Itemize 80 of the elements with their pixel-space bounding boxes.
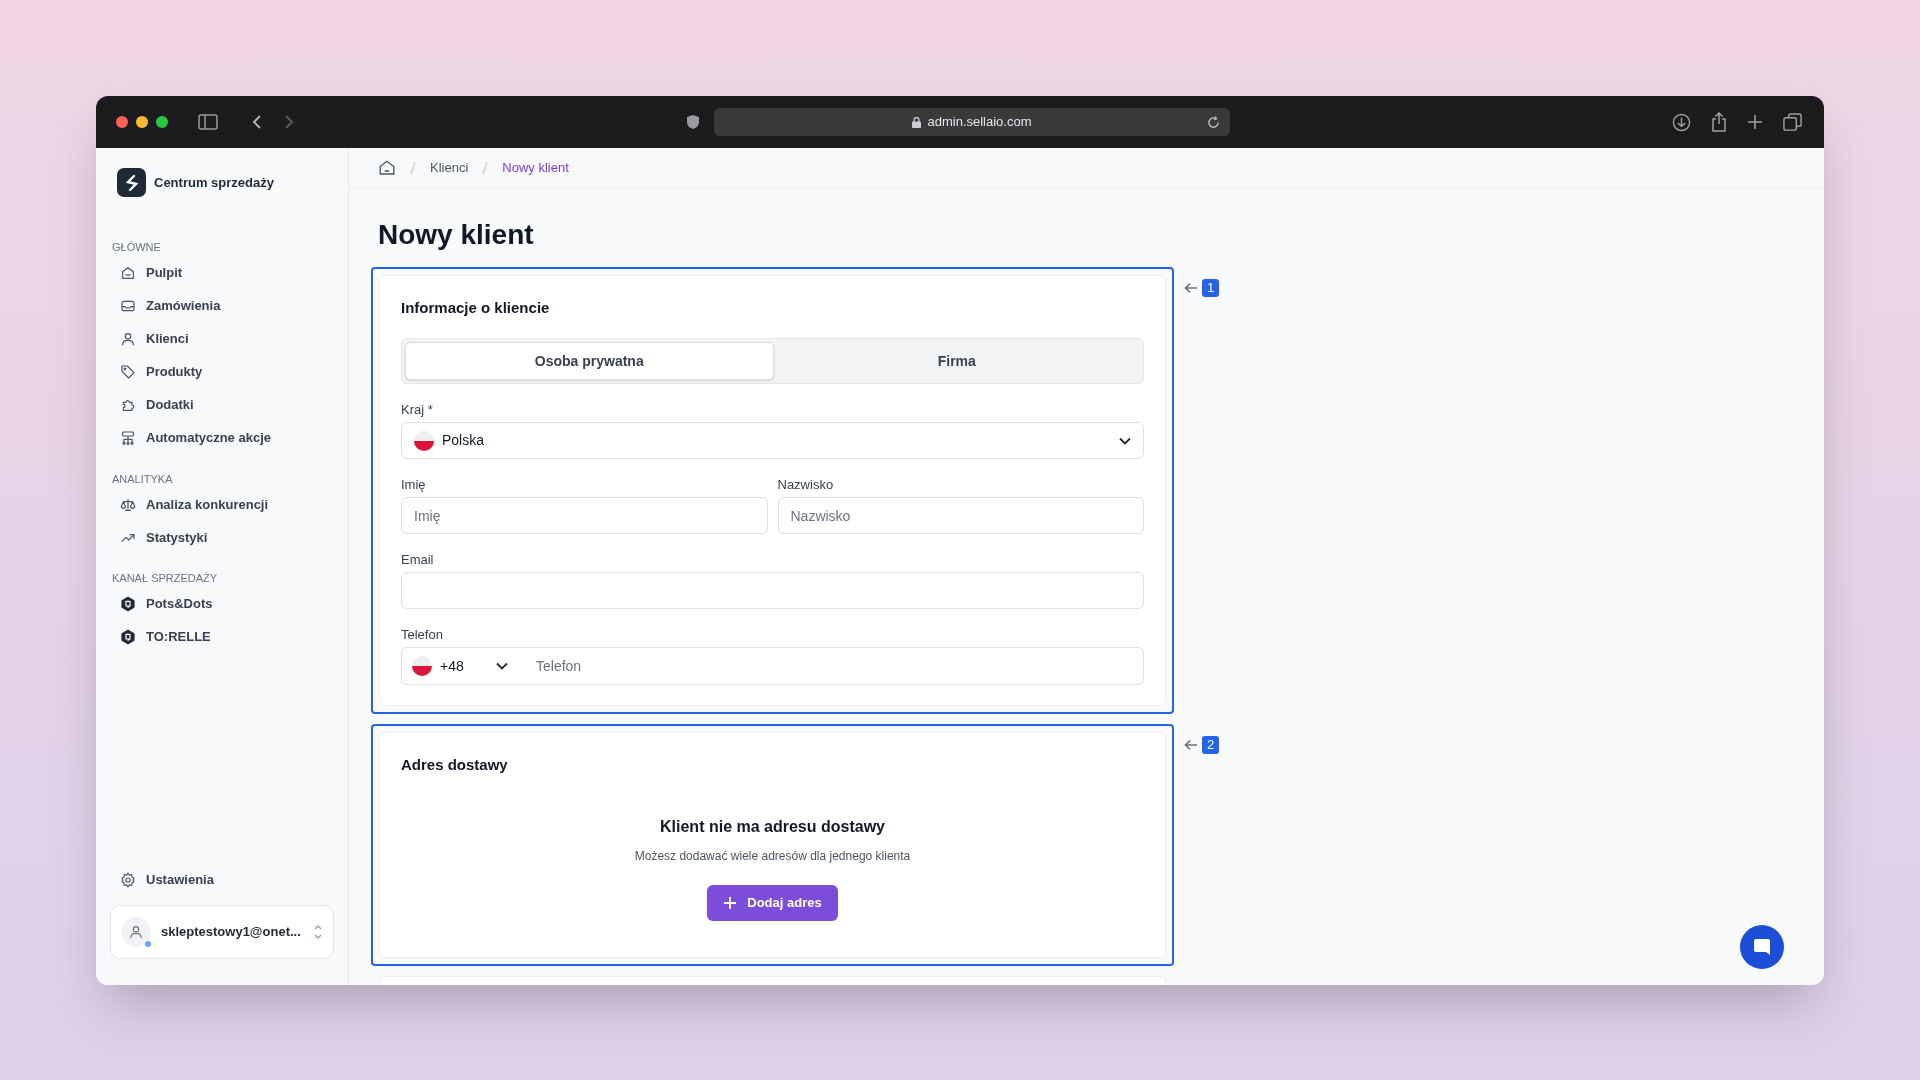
chat-bubble-icon xyxy=(1753,938,1771,956)
callout-badge: 1 xyxy=(1202,279,1220,297)
hexagon-logo-icon xyxy=(120,629,136,645)
email-input-field[interactable] xyxy=(401,572,1144,609)
tab[interactable]: Firma xyxy=(773,342,1140,380)
card-title: Informacje o kliencie xyxy=(401,298,551,318)
page-title: Nowy klient xyxy=(378,218,535,252)
poland-flag-icon-small xyxy=(412,656,432,676)
field-label: Email xyxy=(401,552,435,568)
arrow-left-icon xyxy=(1184,282,1198,294)
share-icon[interactable] xyxy=(1711,112,1727,132)
back-icon[interactable] xyxy=(252,114,262,130)
field-label: Telefon xyxy=(401,627,444,643)
tag-icon xyxy=(120,364,136,380)
chevron-down-icon xyxy=(496,662,508,670)
add-address-button[interactable]: Dodaj adres xyxy=(707,885,838,921)
account-email: skleptestowy1@onet... xyxy=(161,923,301,942)
shield-icon[interactable] xyxy=(686,114,700,130)
puzzle-icon xyxy=(120,397,136,413)
home-icon xyxy=(120,265,136,281)
sidebar-toggle-icon[interactable] xyxy=(198,114,218,130)
url-text: admin.sellaio.com xyxy=(927,113,1032,132)
user-icon xyxy=(120,331,136,347)
text-input-field[interactable]: Nazwisko xyxy=(777,497,1144,534)
avatar-icon xyxy=(121,917,151,947)
nav-item[interactable]: TO:RELLE xyxy=(110,620,334,654)
nav-item[interactable]: Pulpit xyxy=(110,256,334,290)
nav-item[interactable]: Dodatki xyxy=(110,388,334,422)
nav-item[interactable]: Analiza konkurencji xyxy=(110,488,334,521)
tab[interactable]: Osoba prywatna xyxy=(405,342,774,380)
breadcrumb-link[interactable]: Nowy klient xyxy=(502,157,569,178)
empty-state-title: Klient nie ma adresu dostawy xyxy=(660,817,885,837)
nav-section-title: GŁÓWNE xyxy=(111,240,162,255)
field-label: Imię xyxy=(401,477,427,493)
reload-icon[interactable] xyxy=(1207,115,1220,129)
inbox-icon xyxy=(120,298,136,314)
nav-item[interactable]: Pots&Dots xyxy=(110,587,334,621)
address-bar[interactable]: admin.sellaio.com xyxy=(714,108,1230,136)
chat-button[interactable] xyxy=(1740,925,1784,969)
text-input-field[interactable]: Imię xyxy=(401,497,768,534)
brand-name: Centrum sprzedaży xyxy=(154,173,274,192)
forward-icon[interactable] xyxy=(284,114,294,130)
account-switcher[interactable]: skleptestowy1@onet... xyxy=(110,905,334,959)
phone-field[interactable]: +48 Telefon xyxy=(401,647,1144,685)
maximize-window-button[interactable] xyxy=(156,116,168,128)
nav-item[interactable]: Zamówienia xyxy=(110,289,334,323)
new-tab-icon[interactable] xyxy=(1747,114,1763,130)
tabs-overview-icon[interactable] xyxy=(1783,112,1802,132)
empty-state-text: Możesz dodawać wiele adresów dla jednego klienta xyxy=(634,848,911,865)
card-title: Adres dostawy xyxy=(401,755,509,775)
chevron-up-down-icon xyxy=(313,924,323,940)
brand-logo-icon xyxy=(117,168,146,197)
nav-section-title: ANALITYKA xyxy=(111,471,174,487)
settings-link[interactable]: Ustawienia xyxy=(110,865,334,895)
country-code-select[interactable]: +48 xyxy=(402,648,530,684)
nav-item[interactable]: Klienci xyxy=(110,322,334,356)
hexagon-logo-icon xyxy=(120,596,136,612)
callout-badge: 2 xyxy=(1202,736,1220,754)
hierarchy-icon xyxy=(120,430,136,446)
field-label: Nazwisko xyxy=(777,477,835,493)
breadcrumb-separator-icon xyxy=(410,160,416,175)
country-select[interactable]: Polska xyxy=(401,422,1144,459)
arrow-left-icon xyxy=(1184,739,1198,751)
plus-icon xyxy=(723,896,738,910)
breadcrumb-separator-icon xyxy=(482,160,489,175)
gear-icon xyxy=(120,872,136,888)
home-icon[interactable] xyxy=(378,158,396,177)
breadcrumb-link[interactable]: Klienci xyxy=(430,157,469,178)
chevron-down-icon xyxy=(1119,436,1131,445)
nav-item[interactable]: Produkty xyxy=(110,355,334,389)
nav-item[interactable]: Statystyki xyxy=(110,521,334,554)
nav-section-title: KANAŁ SPRZEDAŻY xyxy=(111,571,219,586)
poland-flag-icon xyxy=(414,430,434,451)
close-window-button[interactable] xyxy=(116,116,128,128)
minimize-window-button[interactable] xyxy=(136,116,148,128)
download-icon[interactable] xyxy=(1672,112,1691,132)
balance-scale-icon xyxy=(120,496,136,513)
lock-icon xyxy=(912,116,922,128)
nav-item[interactable]: Automatyczne akcje xyxy=(110,421,334,455)
field-label: Kraj * xyxy=(401,402,434,418)
